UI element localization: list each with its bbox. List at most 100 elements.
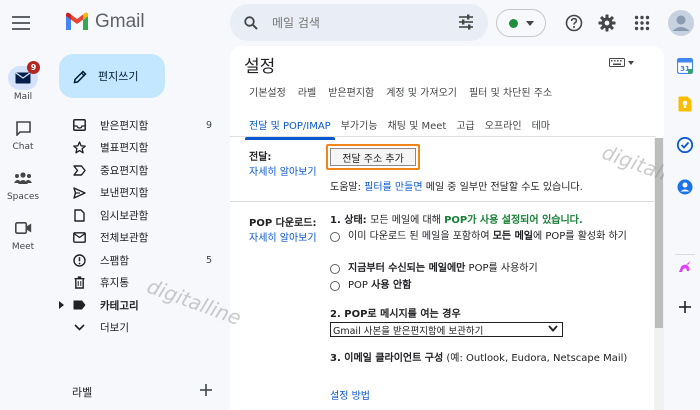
forwarding-tip: 도움말: 필터를 만들면 메일 중 일부만 전달할 수도 있습니다. <box>330 180 583 195</box>
apps-grid-icon <box>634 15 650 31</box>
settings-panel: 설정 기본설정 라벨 받은편지함 계정 및 가져오기 필터 및 차단된 주소 전… <box>230 46 664 410</box>
sidebar-item-label: 받은편지함 <box>100 119 149 132</box>
expand-arrow-icon[interactable] <box>59 301 64 310</box>
pop-learn-more-link[interactable]: 자세히 알아보기 <box>249 229 317 244</box>
compose-label: 편지쓰기 <box>98 70 139 83</box>
pencil-icon <box>73 69 87 83</box>
sidebar-item-important[interactable]: 중요편지함 <box>46 159 224 182</box>
rail-meet[interactable]: Meet <box>0 216 46 252</box>
trash-icon <box>72 276 86 290</box>
scrollbar-thumb[interactable] <box>655 138 663 328</box>
forwarding-learn-more-link[interactable]: 자세히 알아보기 <box>249 163 317 178</box>
spam-icon <box>72 253 86 267</box>
settings-scrollbar[interactable] <box>654 138 664 410</box>
search-bar[interactable] <box>230 4 488 41</box>
main-menu-button[interactable] <box>8 10 34 36</box>
tab-advanced[interactable]: 고급 <box>456 117 474 132</box>
tasks-app-button[interactable] <box>677 137 693 153</box>
sidebar-item-label: 전체보관함 <box>100 232 149 245</box>
addon-app-button[interactable] <box>677 259 693 275</box>
gmail-logo[interactable]: Gmail <box>64 11 145 33</box>
setup-instructions-link[interactable]: 설정 방법 <box>330 387 370 402</box>
sidebar-item-all-mail[interactable]: 전체보관함 <box>46 227 224 250</box>
contacts-icon <box>677 179 693 195</box>
tab-addons[interactable]: 부가기능 <box>341 117 378 132</box>
pop-status: 1. 상태: 모든 메일에 대해 POP가 사용 설정되어 있습니다. <box>330 213 583 228</box>
plus-icon <box>679 301 691 313</box>
compose-button[interactable]: 편지쓰기 <box>59 54 165 98</box>
tab-offline[interactable]: 오프라인 <box>485 117 522 132</box>
gmail-wordmark: Gmail <box>95 11 145 32</box>
sidebar-item-spam[interactable]: 스팸함 5 <box>46 249 224 272</box>
account-avatar[interactable] <box>668 10 694 36</box>
tab-chat-meet[interactable]: 채팅 및 Meet <box>388 117 447 132</box>
rail-mail-icon-wrap: 9 <box>8 61 40 90</box>
sidebar-nav: 받은편지함 9 별표편지함 중요편지함 보낸편지함 임시보관함 전체보관함 스팸… <box>46 114 224 339</box>
sidebar-item-starred[interactable]: 별표편지함 <box>46 137 224 160</box>
pop-option-disable[interactable]: POP 사용 안함 <box>330 278 411 293</box>
option-text-part: POP <box>348 280 372 291</box>
chevron-down-icon <box>548 325 558 332</box>
pop-action-select[interactable]: Gmail 사본을 받은편지함에 보관하기 <box>330 322 563 337</box>
sidebar-item-inbox[interactable]: 받은편지함 9 <box>46 114 224 137</box>
side-panel: 31 <box>670 46 700 410</box>
tab-labels[interactable]: 라벨 <box>298 84 316 99</box>
tab-general[interactable]: 기본설정 <box>249 84 286 99</box>
tip-prefix: 도움말: <box>330 182 365 193</box>
option-text-part: POP를 사용하기 <box>465 263 538 274</box>
help-button[interactable] <box>563 12 585 34</box>
svg-text:31: 31 <box>680 65 690 73</box>
pop-step3: 3. 이메일 클라이언트 구성 (예: Outlook, Eudora, Net… <box>330 351 640 366</box>
tab-filters[interactable]: 필터 및 차단된 주소 <box>469 84 552 99</box>
sidebar-item-drafts[interactable]: 임시보관함 <box>46 204 224 227</box>
search-icon[interactable] <box>244 15 258 30</box>
sidebar-item-trash[interactable]: 휴지통 <box>46 272 224 295</box>
all-mail-icon <box>72 231 86 245</box>
sidebar-item-categories[interactable]: 카테고리 <box>46 294 224 317</box>
contacts-app-button[interactable] <box>677 179 693 195</box>
keep-app-button[interactable] <box>677 96 693 112</box>
sidebar-item-label: 더보기 <box>100 322 129 335</box>
settings-button[interactable] <box>596 12 618 34</box>
tab-inbox[interactable]: 받은편지함 <box>328 84 374 99</box>
search-options-icon[interactable] <box>458 14 474 30</box>
pop-option-all-mail[interactable]: 이미 다운로드 된 메일을 포함하여 모든 메일에 POP를 활성화 하기 <box>330 229 630 244</box>
rail-mail[interactable]: 9 Mail <box>0 61 46 102</box>
tab-accounts[interactable]: 계정 및 가져오기 <box>386 84 457 99</box>
inbox-icon <box>72 118 86 132</box>
draft-icon <box>72 208 86 222</box>
rail-chat-icon-wrap <box>8 116 38 140</box>
calendar-app-button[interactable]: 31 <box>677 58 693 74</box>
radio-button[interactable] <box>330 281 340 291</box>
rail-spaces[interactable]: Spaces <box>0 166 46 202</box>
rail-chat-label: Chat <box>12 142 34 152</box>
google-apps-button[interactable] <box>631 12 653 34</box>
rail-mail-label: Mail <box>13 92 33 102</box>
radio-button[interactable] <box>330 264 340 274</box>
sidebar-item-label: 중요편지함 <box>100 164 149 177</box>
input-tools-button[interactable] <box>609 58 634 67</box>
rail-chat[interactable]: Chat <box>0 116 46 152</box>
option-text-bold: 모든 메일 <box>492 231 533 242</box>
get-addons-button[interactable] <box>677 299 693 315</box>
radio-button[interactable] <box>330 232 340 242</box>
tab-themes[interactable]: 테마 <box>532 117 550 132</box>
add-forwarding-address-button[interactable]: 전달 주소 추가 <box>330 148 416 166</box>
search-input[interactable] <box>272 15 442 30</box>
sidebar-item-more[interactable]: 더보기 <box>46 317 224 340</box>
chat-icon <box>15 120 31 136</box>
option-text: 지금부터 수신되는 메일에만 POP를 사용하기 <box>348 261 538 276</box>
section-divider <box>230 201 654 202</box>
rail-meet-icon-wrap <box>8 216 38 240</box>
sidebar-item-count: 9 <box>205 119 212 131</box>
sidebar-item-label: 보낸편지함 <box>100 187 149 200</box>
sidebar-item-sent[interactable]: 보낸편지함 <box>46 182 224 205</box>
status-text: 모든 메일에 대해 <box>370 215 445 226</box>
create-filter-link[interactable]: 필터를 만들면 <box>364 182 422 193</box>
tab-forwarding-pop-imap[interactable]: 전달 및 POP/IMAP <box>245 117 335 140</box>
pop-option-from-now[interactable]: 지금부터 수신되는 메일에만 POP를 사용하기 <box>330 261 538 276</box>
add-label-icon[interactable] <box>200 384 212 396</box>
rail-spaces-label: Spaces <box>6 192 40 202</box>
mail-unread-badge: 9 <box>27 61 40 74</box>
status-selector[interactable] <box>496 9 546 37</box>
